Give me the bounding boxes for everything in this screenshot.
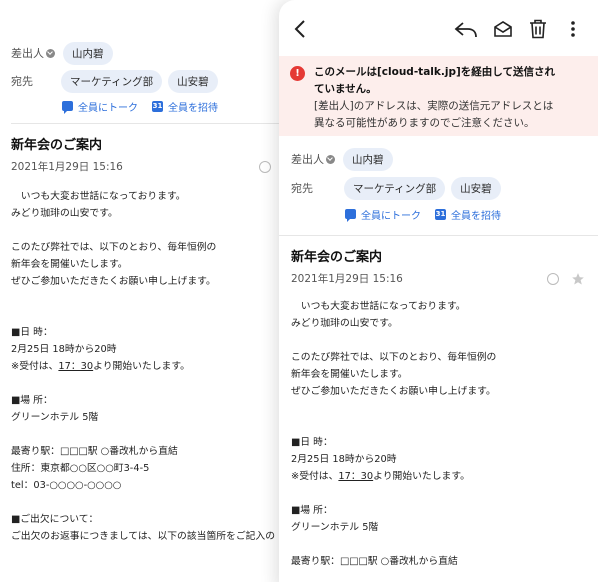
trash-icon[interactable]: [529, 19, 547, 39]
more-icon[interactable]: [571, 19, 575, 39]
chat-icon: [345, 209, 356, 222]
alert-body-line: [差出人]のアドレスは、実際の送信元アドレスとは: [314, 100, 554, 112]
body-line: ■日 時：: [291, 437, 333, 448]
recipient-chip[interactable]: マーケティング部: [344, 176, 446, 200]
body-line: 最寄り駅：□□□駅 ○番改札から直結: [11, 446, 178, 457]
body-line: ■場 所：: [291, 505, 333, 516]
star-icon[interactable]: [571, 272, 585, 286]
warning-banner: ! このメールは[cloud-talk.jp]を経由して送信され ていません。 …: [279, 56, 598, 136]
date: 2021年1月29日 15:16: [291, 273, 403, 285]
toolbar: [279, 0, 598, 56]
bg-invite-all-label: 全員を招待: [168, 102, 218, 114]
body-line: みどり珈琲の山安です。: [11, 208, 118, 219]
reception-prefix: ※受付は、: [291, 471, 339, 482]
actions-row: 全員にトーク 31 全員を招待: [279, 205, 598, 223]
bg-divider: [11, 123, 300, 124]
body-line: 住所：東京都○○区○○町3-4-5: [11, 463, 150, 474]
body-line: このたび弊社では、以下のとおり、毎年恒例の: [291, 352, 497, 363]
bg-invite-all-link[interactable]: 31 全員を招待: [152, 99, 218, 114]
reception-suffix: より開始いたします。: [93, 361, 190, 372]
invite-all-label: 全員を招待: [451, 210, 501, 222]
bg-date: 2021年1月29日 15:16: [11, 161, 123, 173]
email-body: いつも大変お世話になっております。 みどり珈琲の山安です。 このたび弊社では、以…: [279, 298, 598, 570]
chat-icon: [62, 101, 73, 114]
invite-all-link[interactable]: 31 全員を招待: [435, 207, 501, 222]
bg-recipient-chip[interactable]: 山安碧: [168, 69, 218, 93]
email-detail-panel: ! このメールは[cloud-talk.jp]を経由して送信され ていません。 …: [279, 0, 598, 582]
body-line: 2月25日 18時から20時: [11, 344, 117, 355]
body-line: 新年会を開催いたします。: [11, 259, 128, 270]
bg-talk-all-link[interactable]: 全員にトーク: [62, 99, 138, 114]
body-line: ■日 時：: [11, 327, 53, 338]
to-label: 宛先: [291, 182, 313, 195]
mark-unread-icon[interactable]: [493, 19, 513, 39]
calendar-icon: 31: [435, 208, 446, 220]
bg-sender-row: 差出人 山内碧: [0, 41, 300, 65]
sender-row: 差出人 山内碧: [279, 147, 598, 171]
header-block: 差出人 山内碧 宛先 マーケティング部 山安碧 全員にトーク 31 全員を招待: [279, 136, 598, 223]
bg-actions-row: 全員にトーク 31 全員を招待: [0, 97, 300, 115]
talk-all-link[interactable]: 全員にトーク: [345, 207, 421, 222]
body-line: グリーンホテル 5階: [11, 412, 99, 423]
body-line: いつも大変お世話になっております。: [11, 191, 186, 202]
subject: 新年会のご案内: [291, 250, 383, 265]
body-line: いつも大変お世話になっております。: [291, 301, 466, 312]
reception-suffix: より開始いたします。: [373, 471, 470, 482]
body-line: このたび弊社では、以下のとおり、毎年恒例の: [11, 242, 217, 253]
talk-all-label: 全員にトーク: [361, 210, 421, 222]
reply-icon[interactable]: [454, 19, 478, 39]
body-line: ※受付は、17：30より開始いたします。: [11, 358, 300, 375]
reception-prefix: ※受付は、: [11, 361, 59, 372]
subject-block: 新年会のご案内 2021年1月29日 15:16: [279, 246, 598, 286]
reception-time: 17：30: [58, 361, 94, 372]
bg-talk-all-label: 全員にトーク: [78, 102, 138, 114]
bg-to-label: 宛先: [11, 75, 33, 88]
sender-label: 差出人: [291, 153, 324, 166]
calendar-icon: 31: [152, 100, 163, 112]
alert-icon: !: [290, 66, 305, 81]
body-line: みどり珈琲の山安です。: [291, 318, 398, 329]
bg-subject: 新年会のご案内: [11, 138, 103, 153]
body-line: ぜひご参加いただきたくお願い申し上げます。: [11, 276, 216, 287]
divider: [279, 235, 598, 236]
body-line: 2月25日 18時から20時: [291, 454, 397, 465]
sender-chip[interactable]: 山内碧: [343, 147, 393, 171]
bg-sender-label: 差出人: [11, 47, 44, 60]
recipient-chip[interactable]: 山安碧: [451, 176, 501, 200]
alert-body-line: 異なる可能性がありますのでご注意ください。: [314, 117, 535, 129]
bg-sender-chip[interactable]: 山内碧: [63, 41, 113, 65]
alert-title-line: ていません。: [314, 83, 377, 95]
reception-time: 17：30: [338, 471, 374, 482]
body-line: ぜひご参加いただきたくお願い申し上げます。: [291, 386, 496, 397]
body-line: ■ご出欠について：: [11, 514, 99, 525]
body-line: 最寄り駅：□□□駅 ○番改札から直結: [291, 556, 458, 567]
history-icon[interactable]: [259, 160, 271, 173]
to-row: 宛先 マーケティング部 山安碧: [279, 176, 598, 200]
bg-subject-block: 新年会のご案内 2021年1月29日 15:16: [0, 134, 300, 174]
bg-to-row: 宛先 マーケティング部 山安碧: [0, 69, 300, 93]
sender-chevron-icon[interactable]: [326, 154, 335, 164]
body-line: 新年会を開催いたします。: [291, 369, 408, 380]
body-line: グリーンホテル 5階: [291, 522, 379, 533]
body-line: ご出欠のお返事につきましては、以下の該当箇所をご記入の: [11, 531, 276, 542]
body-line: ■場 所：: [11, 395, 53, 406]
bg-sender-chevron-icon[interactable]: [46, 48, 55, 58]
background-email-content: 差出人 山内碧 宛先 マーケティング部 山安碧 全員にトーク 31 全員を招待 新…: [0, 41, 300, 545]
alert-title-line: このメールは[cloud-talk.jp]を経由して送信され: [314, 66, 555, 78]
back-icon[interactable]: [294, 19, 306, 39]
body-line: tel：03-○○○○-○○○○: [11, 480, 122, 491]
history-icon[interactable]: [547, 272, 559, 285]
body-line: ※受付は、17：30より開始いたします。: [291, 468, 598, 485]
bg-body: いつも大変お世話になっております。 みどり珈琲の山安です。 このたび弊社では、以…: [0, 188, 300, 545]
bg-recipient-chip[interactable]: マーケティング部: [61, 69, 163, 93]
